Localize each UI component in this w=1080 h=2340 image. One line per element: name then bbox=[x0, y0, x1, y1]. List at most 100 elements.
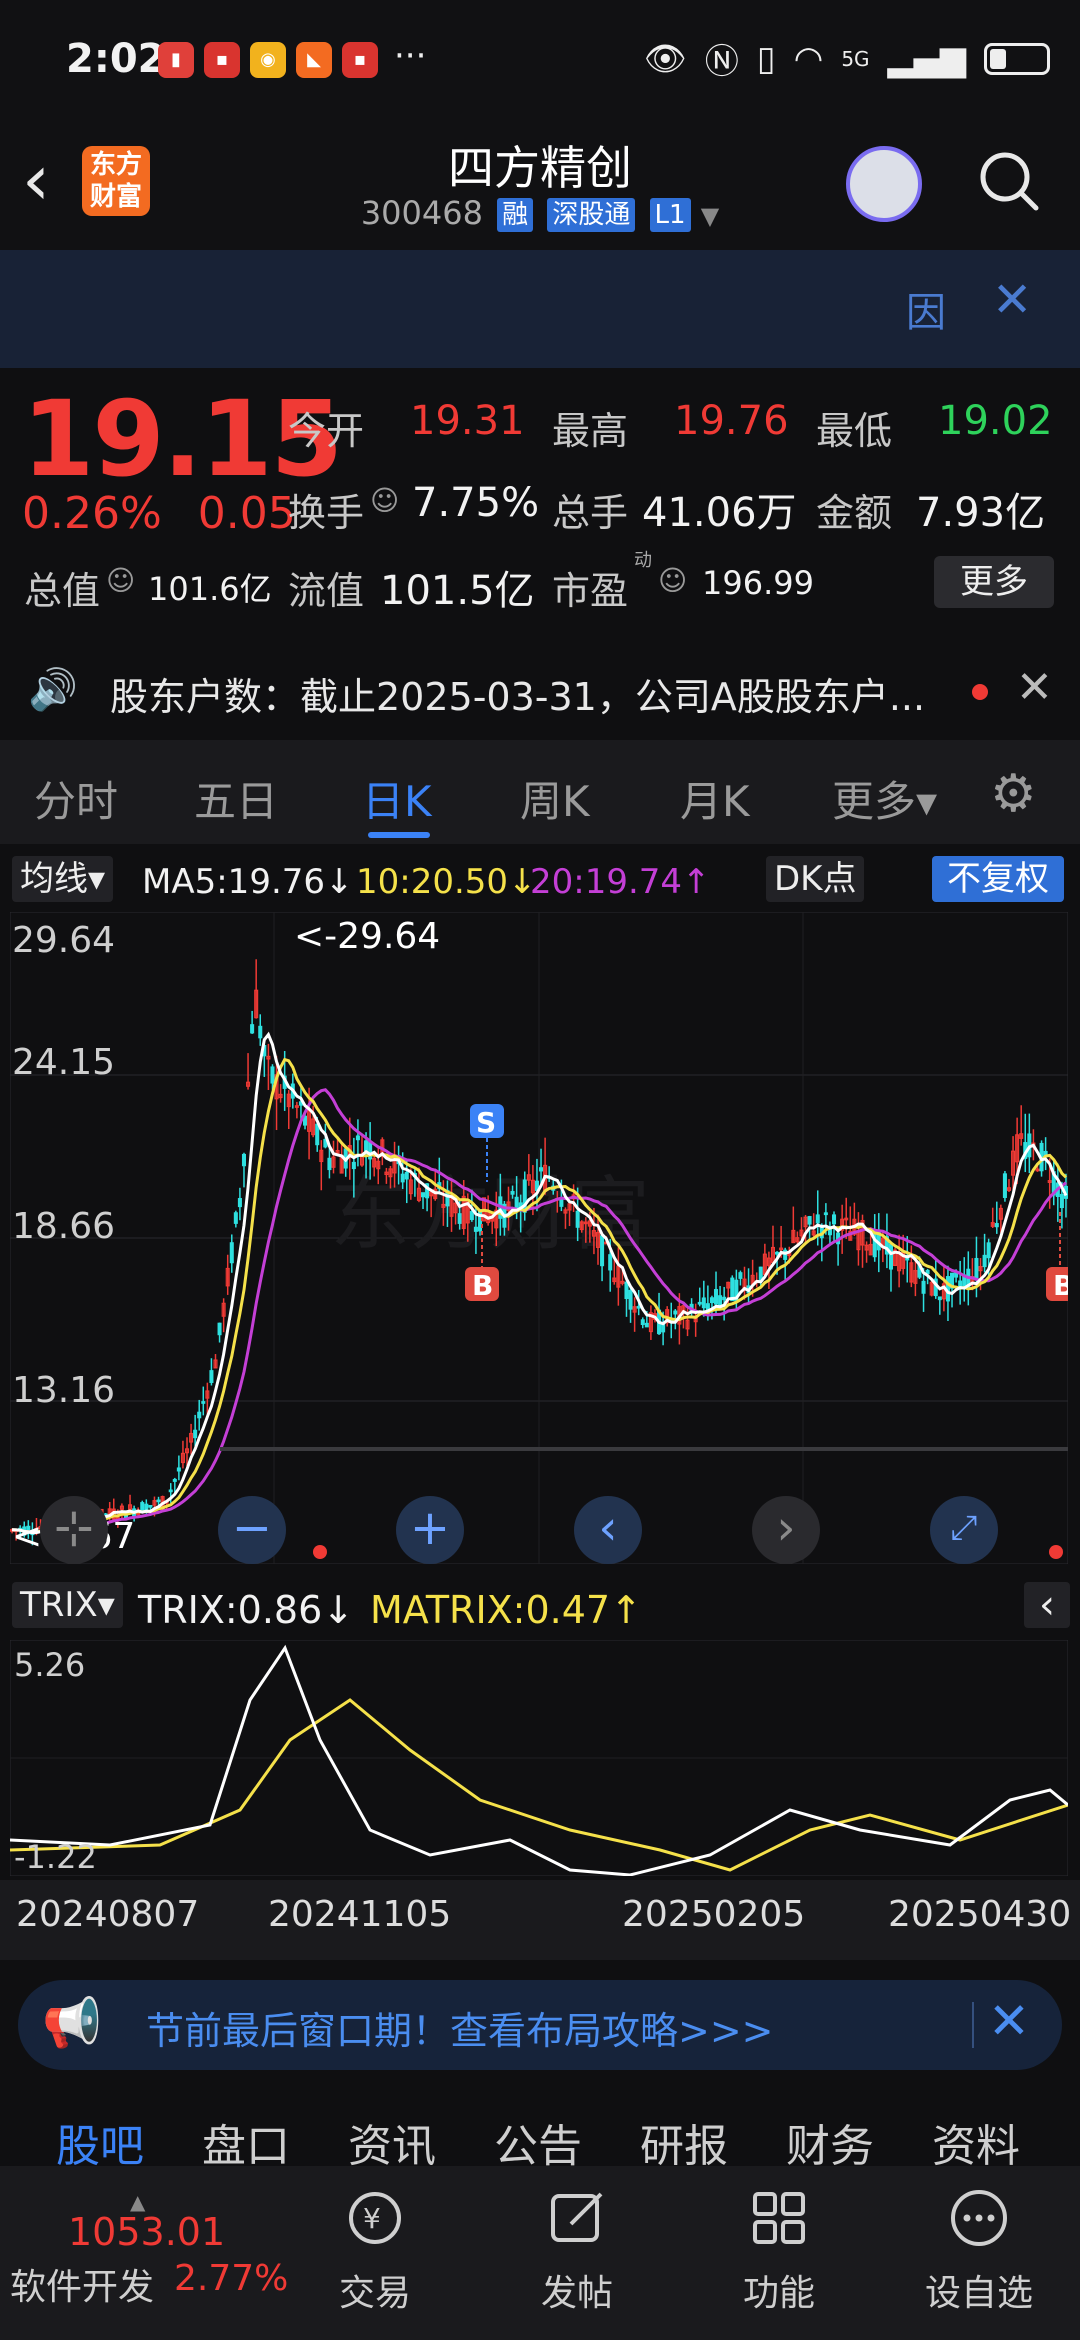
tab-weekly-k[interactable]: 周K bbox=[520, 768, 590, 829]
candle-body bbox=[713, 1289, 719, 1305]
candle-body bbox=[982, 1254, 987, 1268]
open-label: 今开 bbox=[288, 409, 365, 453]
zoom-out-button[interactable]: − bbox=[218, 1496, 286, 1564]
date-label-4: 20250430 bbox=[888, 1894, 1072, 1935]
candle-body bbox=[775, 1251, 780, 1255]
candle-body bbox=[229, 1242, 234, 1264]
expand-panel-button[interactable]: ‹ bbox=[1024, 1582, 1070, 1628]
vibrate-icon: ▯ bbox=[756, 38, 776, 79]
buy-marker-label: B bbox=[472, 1269, 493, 1302]
scroll-right-button[interactable]: › bbox=[752, 1496, 820, 1564]
crosshair-icon[interactable]: ⊹ bbox=[40, 1496, 108, 1564]
candle-body bbox=[888, 1243, 894, 1270]
stock-header: ‹ 东方财富 四方精创 300468 融 深股通 L1 ▼ bbox=[0, 120, 1080, 250]
candle-body bbox=[575, 1210, 580, 1228]
pe-label: 市盈 bbox=[552, 569, 629, 613]
no-adjust-button[interactable]: 不复权 bbox=[932, 856, 1064, 902]
fullscreen-icon[interactable]: ⤢ bbox=[930, 1496, 998, 1564]
tab-news[interactable]: 资讯 bbox=[348, 2110, 436, 2174]
tag-l1: L1 bbox=[649, 198, 691, 232]
top-banner: 因 ✕ bbox=[0, 250, 1080, 368]
nav-post[interactable]: 发帖 bbox=[502, 2166, 652, 2340]
ma5-value: MA5:19.76↓ bbox=[142, 862, 354, 902]
candle-body bbox=[258, 1025, 263, 1039]
candle-body bbox=[168, 1489, 173, 1493]
volume-value: 41.06万 bbox=[642, 490, 797, 536]
candle-body bbox=[738, 1272, 743, 1279]
low-label: 最低 bbox=[816, 409, 893, 453]
info-tabs: 股吧 盘口 资讯 公告 研报 财务 资料 bbox=[0, 2090, 1080, 2172]
candle-body bbox=[315, 1123, 320, 1146]
more-dots-icon bbox=[951, 2190, 1007, 2246]
candle-body bbox=[986, 1242, 991, 1259]
candle-body bbox=[469, 1211, 474, 1220]
tab-intraday[interactable]: 分时 bbox=[34, 768, 118, 829]
huawei-notification-icon: ▪ bbox=[204, 42, 240, 78]
candle-body bbox=[400, 1173, 405, 1183]
notice-text[interactable]: 股东户数：截止2025-03-31，公司A股股东户... bbox=[110, 666, 925, 721]
tab-guba[interactable]: 股吧 bbox=[56, 2110, 144, 2174]
gear-icon[interactable]: ⚙ bbox=[990, 764, 1037, 824]
zoom-in-button[interactable]: + bbox=[396, 1496, 464, 1564]
signal-icon: ▂▄▆ bbox=[887, 38, 966, 79]
close-icon[interactable]: ✕ bbox=[988, 1992, 1030, 2050]
tab-more[interactable]: 更多▾ bbox=[832, 768, 937, 829]
candle-body bbox=[815, 1214, 820, 1224]
candle-body bbox=[640, 1319, 645, 1326]
tab-pankou[interactable]: 盘口 bbox=[202, 2110, 290, 2174]
kline-chart[interactable]: 东方财富 29.64 24.15 18.66 13.16 <-29.64 <-7… bbox=[10, 912, 1068, 1564]
trix-y-bottom: -1.22 bbox=[14, 1838, 97, 1876]
date-label-1: 20240807 bbox=[16, 1894, 200, 1935]
candle-body bbox=[673, 1310, 678, 1315]
candle-body bbox=[644, 1322, 649, 1328]
tab-monthly-k[interactable]: 月K bbox=[680, 768, 750, 829]
tab-announcements[interactable]: 公告 bbox=[494, 2110, 582, 2174]
ai-assistant-avatar[interactable] bbox=[846, 146, 922, 222]
quote-panel: 19.15 0.26% 0.05 今开 19.31 最高 19.76 最低 19… bbox=[0, 368, 1080, 638]
info-icon[interactable]: ☺ bbox=[106, 564, 135, 597]
candle-body bbox=[241, 1153, 247, 1167]
nav-add-watchlist[interactable]: 设自选 bbox=[904, 2166, 1054, 2340]
ma-indicator-bar: 均线▾ MA5:19.76↓ 10:20.50↓ 20:19.74↑ DK点 不… bbox=[0, 850, 1080, 908]
candle-body bbox=[823, 1212, 828, 1216]
candle-body bbox=[697, 1301, 702, 1305]
candle-body bbox=[270, 1066, 275, 1084]
tab-five-day[interactable]: 五日 bbox=[194, 768, 278, 829]
candle-body bbox=[1059, 1193, 1064, 1209]
nav-add-watchlist-label: 设自选 bbox=[924, 2273, 1033, 2314]
tab-financials[interactable]: 财务 bbox=[786, 2110, 874, 2174]
search-icon[interactable] bbox=[978, 150, 1040, 212]
indicator-select[interactable]: 均线▾ bbox=[12, 856, 114, 902]
trix-select[interactable]: TRIX▾ bbox=[12, 1582, 123, 1628]
weibo-icon: ◉ bbox=[250, 42, 286, 78]
dk-point-button[interactable]: DK点 bbox=[766, 856, 865, 902]
close-icon[interactable]: ✕ bbox=[1016, 662, 1053, 713]
tab-research[interactable]: 研报 bbox=[640, 2110, 728, 2174]
change-amount: 0.05 bbox=[197, 488, 296, 539]
tab-profile[interactable]: 资料 bbox=[932, 2110, 1020, 2174]
banner-yin-label[interactable]: 因 bbox=[906, 280, 946, 338]
promo-text[interactable]: 节前最后窗口期！查看布局攻略>>> bbox=[146, 2000, 774, 2055]
event-dot[interactable] bbox=[1049, 1545, 1063, 1559]
info-icon[interactable]: ☺ bbox=[658, 564, 687, 597]
info-icon[interactable]: ☺ bbox=[370, 484, 399, 517]
battery-icon bbox=[984, 42, 1050, 75]
close-icon[interactable]: ✕ bbox=[992, 272, 1032, 328]
nav-functions[interactable]: 功能 bbox=[704, 2166, 854, 2340]
more-button[interactable]: 更多 bbox=[934, 556, 1054, 608]
pe-dynamic-label: 动 bbox=[634, 550, 652, 571]
shareholder-notice[interactable]: 🔊 股东户数：截止2025-03-31，公司A股股东户... ✕ bbox=[0, 650, 1080, 730]
candle-body bbox=[327, 1157, 332, 1171]
candle-body bbox=[209, 1370, 214, 1383]
y-label-2: 24.15 bbox=[12, 1042, 115, 1083]
scroll-left-button[interactable]: ‹ bbox=[574, 1496, 642, 1564]
trix-value: TRIX:0.86↓ bbox=[138, 1588, 355, 1632]
pe-value: 196.99 bbox=[702, 564, 814, 602]
candle-body bbox=[193, 1429, 198, 1439]
trix-chart[interactable]: 5.26 -1.22 bbox=[10, 1640, 1068, 1876]
event-dot[interactable] bbox=[313, 1545, 327, 1559]
tab-daily-k[interactable]: 日K bbox=[362, 768, 432, 829]
promo-banner[interactable]: 📢 节前最后窗口期！查看布局攻略>>> ✕ bbox=[18, 1980, 1062, 2070]
high-value: 19.76 bbox=[674, 398, 789, 444]
nav-trade[interactable]: ¥ 交易 bbox=[300, 2166, 450, 2340]
